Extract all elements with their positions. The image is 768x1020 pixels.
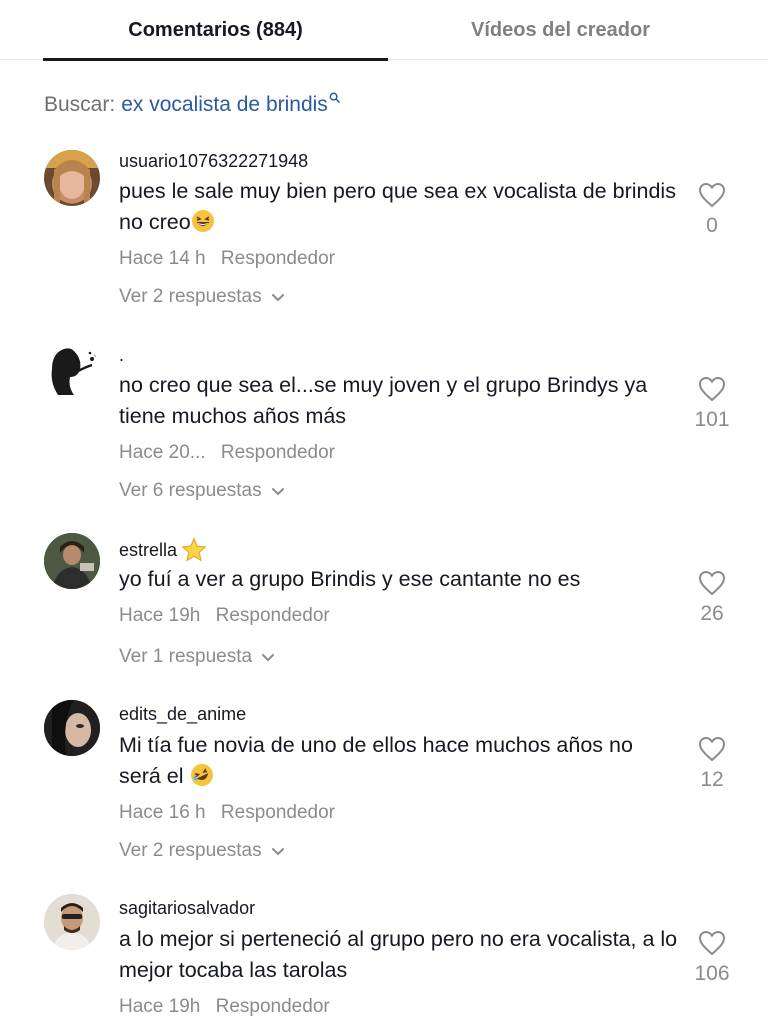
avatar-photo bbox=[51, 348, 98, 395]
comment-text: yo fuí a ver a grupo Brindis y ese canta… bbox=[119, 567, 581, 591]
tab-comments[interactable]: Comentarios (884) bbox=[43, 0, 388, 61]
chevron-down-icon bbox=[262, 654, 275, 662]
comment-text: pues le sale muy bien pero que sea ex vo… bbox=[119, 176, 679, 238]
like-count: 26 bbox=[700, 602, 724, 625]
avatar[interactable] bbox=[44, 343, 100, 399]
comment-time: Hace 16 h bbox=[119, 802, 206, 823]
comment-text: no creo que sea el...se muy joven y el g… bbox=[119, 373, 648, 428]
view-replies-label: Ver 1 respuesta bbox=[119, 646, 253, 667]
comment-time: Hace 19h bbox=[119, 605, 201, 626]
view-replies-button[interactable]: Ver 2 respuestas bbox=[119, 840, 285, 862]
comment-meta: Hace 20... Respondedor bbox=[119, 442, 335, 464]
avatar-photo bbox=[44, 700, 100, 756]
reply-button[interactable]: Respondedor bbox=[221, 248, 335, 269]
comment-username[interactable]: edits_de_anime bbox=[119, 704, 246, 725]
reply-button[interactable]: Respondedor bbox=[216, 605, 330, 626]
avatar[interactable] bbox=[44, 533, 100, 589]
view-replies-label: Ver 2 respuestas bbox=[119, 286, 262, 307]
chevron-down-icon bbox=[271, 848, 284, 856]
like-count: 12 bbox=[700, 768, 724, 791]
like-count: 101 bbox=[694, 408, 730, 431]
reply-button[interactable]: Respondedor bbox=[216, 996, 330, 1017]
comment-username[interactable]: usuario1076322271948 bbox=[119, 151, 308, 172]
view-replies-button[interactable]: Ver 2 respuestas bbox=[119, 286, 285, 308]
heart-icon[interactable] bbox=[698, 736, 726, 762]
rolling-on-floor-laughing-icon bbox=[190, 764, 213, 786]
avatar[interactable] bbox=[44, 700, 100, 756]
like-control: 0 bbox=[683, 182, 741, 238]
comment-time: Hace 20... bbox=[119, 442, 206, 463]
comment-text: Mi tía fue novia de uno de ellos hace mu… bbox=[119, 730, 679, 792]
comment-username[interactable]: estrella bbox=[119, 537, 207, 563]
comment-time: Hace 14 h bbox=[119, 248, 206, 269]
avatar-photo bbox=[44, 894, 100, 950]
comment-text: a lo mejor si perteneció al grupo pero n… bbox=[119, 927, 678, 982]
like-control: 106 bbox=[683, 930, 741, 986]
chevron-down-icon bbox=[271, 488, 284, 496]
comment-username-text: estrella bbox=[119, 539, 178, 560]
grinning-squinting-face-icon bbox=[191, 210, 214, 232]
tab-bar: Comentarios (884) Vídeos del creador bbox=[0, 0, 768, 61]
comment-username[interactable]: . bbox=[119, 345, 124, 366]
reply-button[interactable]: Respondedor bbox=[221, 442, 335, 463]
heart-icon[interactable] bbox=[698, 930, 726, 956]
avatar[interactable] bbox=[44, 150, 100, 206]
search-query-link[interactable]: ex vocalista de brindis bbox=[121, 93, 328, 117]
heart-icon[interactable] bbox=[698, 376, 726, 402]
tab-creator-videos[interactable]: Vídeos del creador bbox=[388, 0, 733, 60]
comment-meta: Hace 14 h Respondedor bbox=[119, 248, 335, 270]
like-control: 12 bbox=[683, 736, 741, 792]
view-replies-button[interactable]: Ver 1 respuesta bbox=[119, 646, 275, 668]
like-count: 0 bbox=[706, 214, 718, 237]
like-control: 26 bbox=[683, 570, 741, 626]
avatar[interactable] bbox=[44, 894, 100, 950]
comment-meta: Hace 16 h Respondedor bbox=[119, 802, 335, 824]
heart-icon[interactable] bbox=[698, 570, 726, 596]
chevron-down-icon bbox=[271, 294, 284, 302]
comment-username[interactable]: sagitariosalvador bbox=[119, 898, 255, 919]
search-icon bbox=[329, 92, 340, 103]
search-suggestion[interactable]: Buscar: ex vocalista de brindis bbox=[44, 92, 340, 117]
comment-time: Hace 19h bbox=[119, 996, 201, 1017]
search-label: Buscar: bbox=[44, 93, 116, 116]
view-replies-button[interactable]: Ver 6 respuestas bbox=[119, 480, 285, 502]
comment-meta: Hace 19h Respondedor bbox=[119, 996, 330, 1018]
star-icon bbox=[181, 537, 207, 562]
view-replies-label: Ver 2 respuestas bbox=[119, 840, 262, 861]
comment-meta: Hace 19h Respondedor bbox=[119, 605, 330, 627]
view-replies-label: Ver 6 respuestas bbox=[119, 480, 262, 501]
avatar-photo bbox=[44, 150, 100, 206]
heart-icon[interactable] bbox=[698, 182, 726, 208]
reply-button[interactable]: Respondedor bbox=[221, 802, 335, 823]
like-count: 106 bbox=[694, 962, 730, 985]
like-control: 101 bbox=[683, 376, 741, 432]
avatar-photo bbox=[44, 533, 100, 589]
